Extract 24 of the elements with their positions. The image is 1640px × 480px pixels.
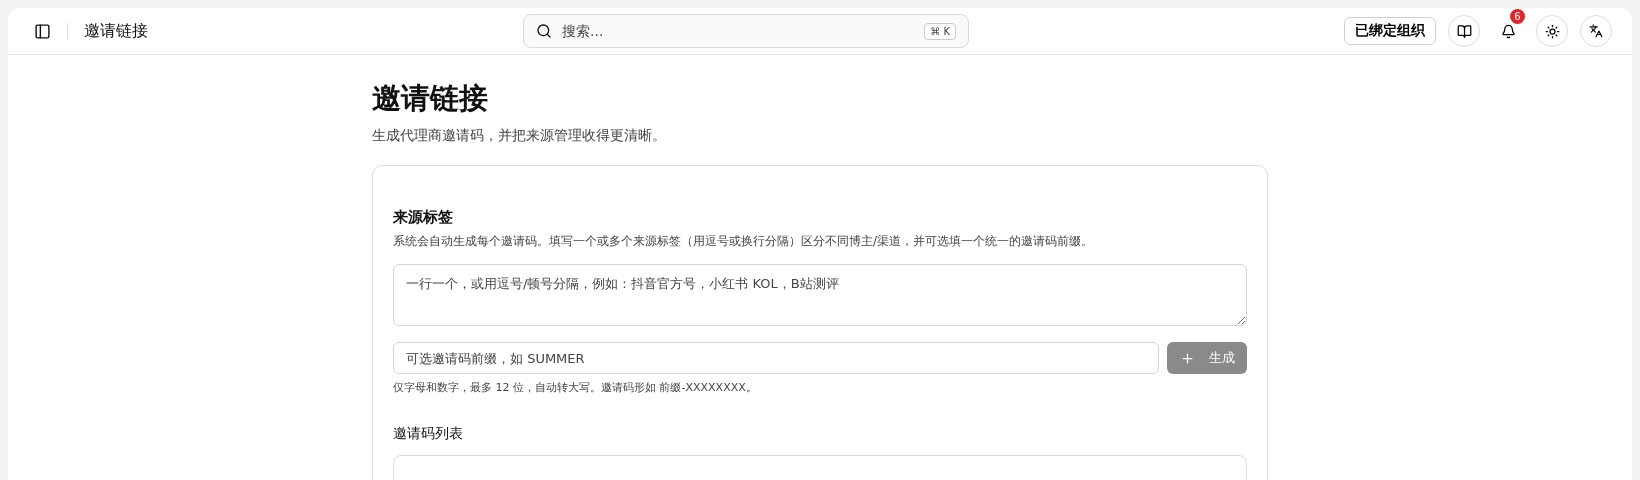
notification-count: 6 [1510,9,1525,24]
prefix-hint: 仅字母和数字，最多 12 位，自动转大写。邀请码形如 前缀-XXXXXXXX。 [393,380,758,395]
language-button[interactable] [1580,15,1612,47]
header-title: 邀请链接 [84,20,148,42]
search-icon [536,23,552,39]
page-subtitle: 生成代理商邀请码，并把来源管理收得更清晰。 [372,127,667,145]
tags-field[interactable]: 一行一个，或用逗号/顿号分隔，例如：抖音官方号，小红书 KOL，B站测评 [393,264,1247,326]
organization-button[interactable]: 已绑定组织 [1344,17,1436,45]
list-title: 邀请码列表 [393,425,464,443]
section-description: 系统会自动生成每个邀请码。填写一个或多个来源标签（用逗号或换行分隔）区分不同博主/渠道，并可选填一个统一的邀请码前缀。 [393,233,1095,250]
translate-icon [1589,24,1603,38]
sidebar-toggle-icon[interactable] [34,22,51,40]
theme-button[interactable] [1536,15,1568,47]
search-input[interactable]: 搜索... [560,22,917,40]
prefix-field[interactable]: 可选邀请码前缀，如 SUMMER [393,342,1159,374]
sun-icon [1544,23,1560,39]
shortcut-hint: ⌘ K [924,22,956,40]
docs-button[interactable] [1448,15,1480,47]
search-field[interactable]: 搜索... ⌘ K [523,14,969,48]
section-title: 来源标签 [393,208,454,227]
book-icon [1456,23,1472,39]
bell-icon [1500,23,1516,39]
plus-icon [1179,350,1195,366]
page-title: 邀请链接 [372,80,489,117]
